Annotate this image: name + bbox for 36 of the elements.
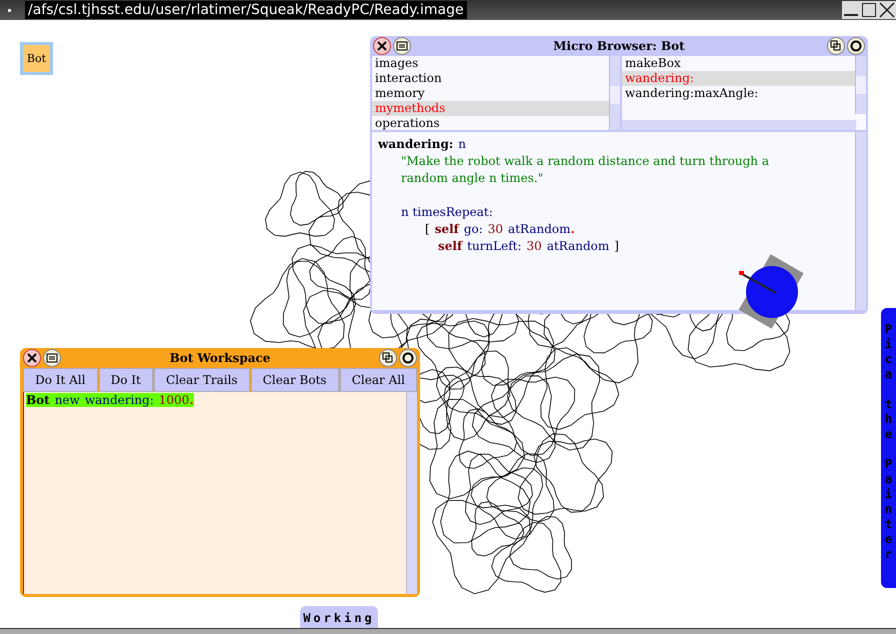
- close-icon[interactable]: [373, 37, 391, 55]
- code-line: random angle n times.": [400, 170, 544, 187]
- scrollbar[interactable]: [406, 392, 417, 594]
- code-line: [ self go: 30 atRandom.: [424, 221, 576, 238]
- action-button[interactable]: Clear All: [340, 368, 417, 392]
- workspace-text-area[interactable]: Bot new wandering: 1000.: [23, 392, 417, 594]
- category-item[interactable]: memory: [372, 86, 609, 101]
- code-line: n timesRepeat:: [400, 204, 494, 221]
- scrollbar[interactable]: [855, 132, 866, 310]
- code-line: wandering: n: [378, 136, 468, 153]
- collapse-icon[interactable]: [379, 349, 397, 367]
- close-icon[interactable]: [23, 349, 41, 367]
- code-line: self turnLeft: 30 atRandom ]: [437, 238, 620, 255]
- window-title: Micro Browser: Bot: [552, 39, 686, 53]
- bot-button[interactable]: Bot: [20, 42, 53, 75]
- scrollbar[interactable]: [609, 56, 620, 130]
- action-button[interactable]: Clear Trails: [154, 368, 250, 392]
- code-line: "Make the robot walk a random distance and turn through a: [400, 153, 770, 170]
- code-pane[interactable]: wandering: n "Make the robot walk a random distance and turn through a random angle n times." n timesRepeat: [ self go: 30 atRandom. self turnLeft: 30 atRandom ]: [372, 132, 866, 310]
- window-title: /afs/csl.tjhsst.edu/user/rlatimer/Squeak/ReadyPC/Ready.image: [25, 1, 467, 19]
- category-item[interactable]: images: [372, 56, 609, 71]
- collapse-icon[interactable]: [827, 37, 845, 55]
- scrollbar[interactable]: [622, 120, 856, 130]
- category-item[interactable]: interaction: [372, 71, 609, 86]
- maximize-icon[interactable]: [860, 2, 878, 18]
- scrollbar[interactable]: [855, 56, 866, 114]
- method-item[interactable]: wandering:maxAngle:: [622, 86, 855, 101]
- expand-icon[interactable]: [847, 37, 865, 55]
- category-item[interactable]: operations: [372, 116, 609, 131]
- action-button[interactable]: Do It: [98, 368, 153, 392]
- expand-icon[interactable]: [399, 349, 417, 367]
- action-button[interactable]: Do It All: [23, 368, 98, 392]
- window-title: Bot Workspace: [168, 351, 272, 365]
- action-button[interactable]: Clear Bots: [250, 368, 339, 392]
- method-item[interactable]: makeBox: [622, 56, 855, 71]
- close-icon[interactable]: [878, 2, 896, 18]
